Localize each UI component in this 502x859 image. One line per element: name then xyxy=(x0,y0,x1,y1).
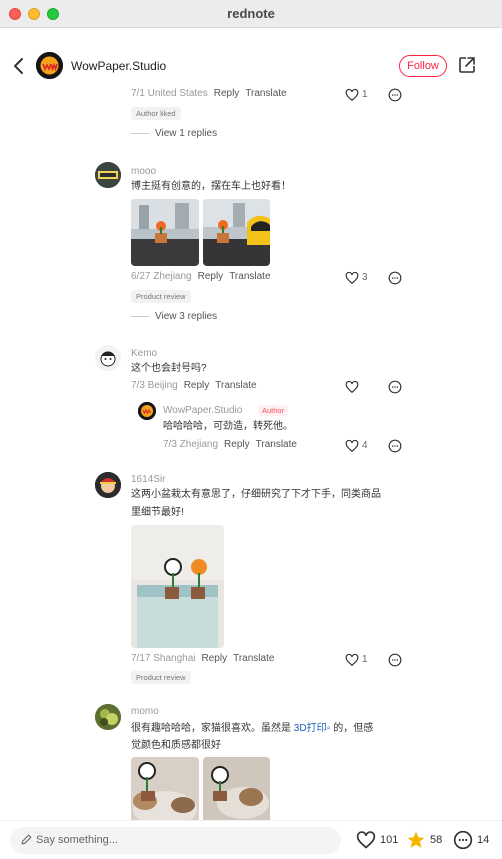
star-icon xyxy=(407,831,425,848)
comment-photo[interactable] xyxy=(131,199,199,266)
comment-meta: 7/1 United States Reply Translate xyxy=(131,88,287,99)
translate-button[interactable]: Translate xyxy=(256,439,297,450)
bottom-bar: Say something... 101 58 14 xyxy=(0,820,502,859)
back-icon[interactable] xyxy=(10,56,28,76)
reply-button[interactable]: Reply xyxy=(202,653,228,664)
window-titlebar: rednote xyxy=(0,0,502,28)
reply-button[interactable]: Reply xyxy=(184,380,210,391)
avatar[interactable] xyxy=(95,345,121,371)
comment-icon[interactable] xyxy=(388,380,402,394)
like-post-button[interactable]: 101 xyxy=(356,830,400,850)
comment-meta: 7/17 Shanghai Reply Translate xyxy=(131,653,275,664)
author-name[interactable]: WowPaper.Studio xyxy=(71,59,166,73)
translate-button[interactable]: Translate xyxy=(233,653,274,664)
heart-icon xyxy=(345,439,359,453)
translate-button[interactable]: Translate xyxy=(229,271,270,282)
comment-photo[interactable] xyxy=(131,757,199,820)
author-avatar[interactable] xyxy=(138,402,156,420)
author-liked-tag: Author liked xyxy=(131,107,181,120)
share-icon[interactable] xyxy=(458,56,476,74)
comment-username[interactable]: Kemo xyxy=(131,348,157,359)
heart-icon xyxy=(356,831,376,849)
product-review-tag: Product review xyxy=(131,290,191,303)
comment-meta: 6/27 Zhejiang Reply Translate xyxy=(131,271,271,282)
author-tag: Author xyxy=(258,405,289,416)
avatar[interactable] xyxy=(95,472,121,498)
view-replies-link[interactable]: View 3 replies xyxy=(131,311,217,322)
translate-button[interactable]: Translate xyxy=(245,88,286,99)
reply-meta: 7/3 Zhejiang Reply Translate xyxy=(163,439,297,450)
comment-text-line: 很有趣哈哈哈，家猫很喜欢。虽然是 3D打印⌕ 的，但感 xyxy=(131,723,374,734)
comment-text: 博主挺有创意的，摆在车上也好看！ xyxy=(131,181,291,192)
comment-text-line: 这两小盆栽太有意思了，仔细研究了下才下手，同类商品 xyxy=(131,489,381,500)
reply-button[interactable]: Reply xyxy=(224,439,250,450)
comment-input-placeholder: Say something... xyxy=(36,834,118,846)
comment-icon[interactable] xyxy=(388,88,402,102)
comment-meta: 7/3 Beijing Reply Translate xyxy=(131,380,257,391)
heart-icon xyxy=(345,380,359,394)
comment-feed[interactable]: 7/1 United States Reply Translate 1 Author… xyxy=(0,80,502,820)
comment-text-line: 觉颜色和质感都很好 xyxy=(131,740,221,751)
reply-button[interactable]: Reply xyxy=(198,271,224,282)
like-button[interactable]: 4 xyxy=(345,439,375,453)
like-button[interactable]: 1 xyxy=(345,88,375,102)
author-avatar[interactable] xyxy=(36,52,63,79)
comment-photo[interactable] xyxy=(131,525,224,648)
heart-icon xyxy=(345,271,359,285)
comment-username[interactable]: mooo xyxy=(131,166,156,177)
comment-input[interactable]: Say something... xyxy=(10,827,341,854)
comment-photo[interactable] xyxy=(203,199,270,266)
translate-button[interactable]: Translate xyxy=(215,380,256,391)
comment-text: 这个也会封号吗? xyxy=(131,363,207,374)
comment-username[interactable]: 1614Sir xyxy=(131,474,165,485)
reply-username[interactable]: WowPaper.Studio xyxy=(163,405,242,416)
view-replies-link[interactable]: View 1 replies xyxy=(131,128,217,139)
collect-post-button[interactable]: 58 xyxy=(406,830,446,850)
pen-icon xyxy=(21,834,32,845)
reply-text: 哈哈哈哈，可劲造，转死他。 xyxy=(163,421,293,432)
comment-icon[interactable] xyxy=(388,653,402,667)
like-button[interactable] xyxy=(345,380,375,394)
window-title: rednote xyxy=(227,6,275,21)
avatar[interactable] xyxy=(95,162,121,188)
comment-icon xyxy=(453,830,473,850)
heart-icon xyxy=(345,653,359,667)
search-link[interactable]: 3D打印 xyxy=(294,723,327,734)
follow-button[interactable]: Follow xyxy=(399,55,447,77)
like-button[interactable]: 1 xyxy=(345,653,375,667)
comment-text-line: 里细节最好! xyxy=(131,507,184,518)
comment-icon[interactable] xyxy=(388,271,402,285)
comments-count-button[interactable]: 14 xyxy=(453,830,493,850)
reply-button[interactable]: Reply xyxy=(214,88,240,99)
product-review-tag: Product review xyxy=(131,671,191,684)
comment-photo[interactable] xyxy=(203,757,270,820)
comment-username[interactable]: momo xyxy=(131,706,159,717)
heart-icon xyxy=(345,88,359,102)
avatar[interactable] xyxy=(95,704,121,730)
like-button[interactable]: 3 xyxy=(345,271,375,285)
comment-icon[interactable] xyxy=(388,439,402,453)
